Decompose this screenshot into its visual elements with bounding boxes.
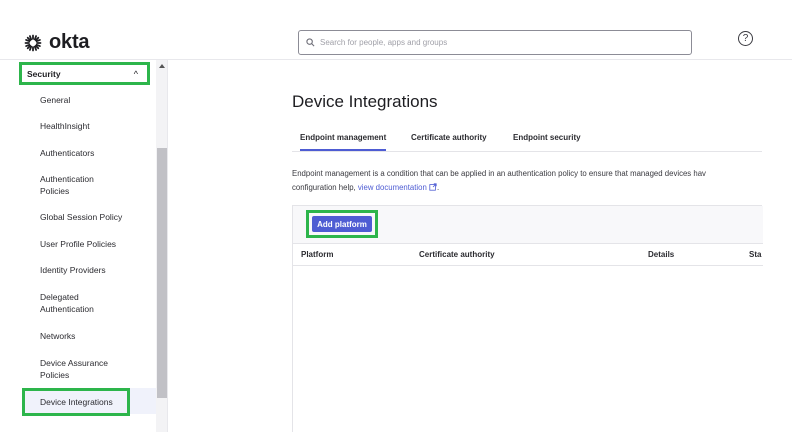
column-status: Sta bbox=[749, 250, 762, 259]
sidebar-section-security[interactable]: Security ^ bbox=[19, 62, 150, 85]
sidebar-item-networks[interactable]: Networks bbox=[40, 330, 150, 342]
sidebar-item-authenticators[interactable]: Authenticators bbox=[40, 147, 150, 159]
add-platform-highlight: Add platform bbox=[306, 210, 378, 238]
okta-logo[interactable]: okta bbox=[24, 31, 90, 54]
table-toolbar: Add platform bbox=[293, 206, 763, 244]
search-box[interactable] bbox=[298, 30, 692, 55]
add-platform-button[interactable]: Add platform bbox=[312, 216, 372, 232]
sidebar: Security ^ General HealthInsight Authent… bbox=[0, 60, 168, 432]
search-input[interactable] bbox=[320, 38, 660, 47]
help-icon[interactable]: ? bbox=[738, 31, 753, 46]
chevron-up-icon: ^ bbox=[133, 68, 138, 79]
description-prefix: configuration help, bbox=[292, 183, 356, 192]
sidebar-item-healthinsight[interactable]: HealthInsight bbox=[40, 120, 150, 132]
view-documentation-link[interactable]: view documentation bbox=[358, 183, 427, 192]
logo-text: okta bbox=[49, 31, 90, 53]
tab-certificate-authority[interactable]: Certificate authority bbox=[411, 133, 487, 142]
description-line-2: configuration help, view documentation . bbox=[292, 181, 764, 195]
platforms-table: Add platform Platform Certificate author… bbox=[292, 205, 763, 432]
tab-bar: Endpoint management Certificate authorit… bbox=[292, 128, 762, 152]
sidebar-item-global-session-policy[interactable]: Global Session Policy bbox=[40, 211, 150, 223]
table-header: Platform Certificate authority Details S… bbox=[293, 244, 763, 266]
page-title: Device Integrations bbox=[292, 92, 438, 111]
sidebar-item-identity-providers[interactable]: Identity Providers bbox=[40, 264, 150, 276]
sidebar-item-authentication-policies[interactable]: Authentication Policies bbox=[40, 173, 110, 197]
tab-endpoint-security[interactable]: Endpoint security bbox=[513, 133, 581, 142]
search-icon bbox=[306, 38, 315, 47]
column-platform: Platform bbox=[301, 250, 334, 259]
column-certificate-authority: Certificate authority bbox=[419, 250, 495, 259]
sidebar-item-delegated-authentication[interactable]: Delegated Authentication bbox=[40, 291, 110, 315]
scrollbar-thumb[interactable] bbox=[157, 148, 167, 398]
sidebar-item-user-profile-policies[interactable]: User Profile Policies bbox=[40, 238, 150, 250]
sidebar-item-general[interactable]: General bbox=[40, 94, 150, 106]
top-bar: okta ? bbox=[0, 0, 792, 60]
external-link-icon[interactable] bbox=[429, 183, 437, 191]
active-item-highlight bbox=[22, 388, 130, 416]
description-line-1: Endpoint management is a condition that … bbox=[292, 169, 706, 178]
scroll-up-arrow-icon[interactable] bbox=[159, 64, 165, 68]
tab-endpoint-management[interactable]: Endpoint management bbox=[300, 133, 387, 151]
section-label: Security bbox=[27, 68, 61, 79]
okta-sunburst-icon bbox=[24, 34, 42, 51]
description-suffix: . bbox=[437, 183, 440, 192]
help-symbol: ? bbox=[742, 33, 749, 44]
column-details: Details bbox=[648, 250, 675, 259]
description: Endpoint management is a condition that … bbox=[292, 167, 764, 195]
sidebar-item-device-assurance-policies[interactable]: Device Assurance Policies bbox=[40, 357, 120, 381]
